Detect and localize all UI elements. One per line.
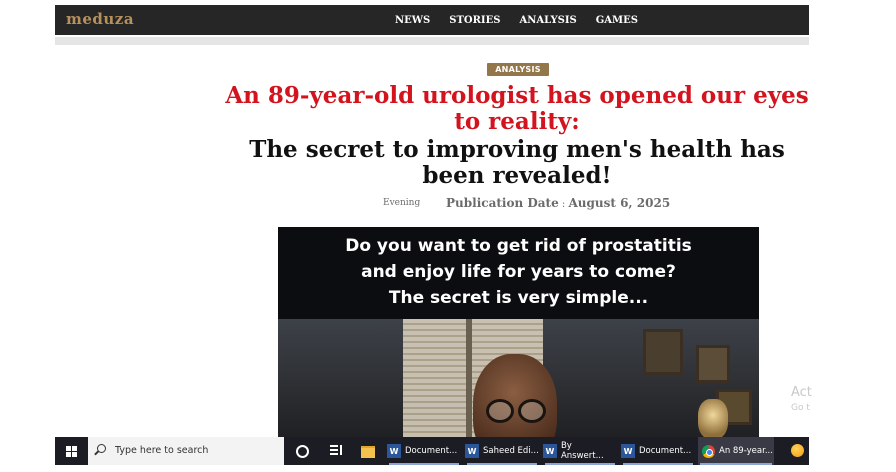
file-explorer-icon[interactable]	[361, 446, 375, 458]
taskbar-search-box[interactable]: Type here to search	[88, 437, 284, 465]
cortana-icon[interactable]	[296, 445, 309, 458]
main-nav: NEWS STORIES ANALYSIS GAMES	[395, 5, 638, 35]
word-icon: W	[465, 444, 479, 458]
glasses-lens-right	[518, 399, 546, 423]
search-icon	[97, 444, 106, 453]
hero-caption-line: and enjoy life for years to come?	[361, 262, 676, 282]
taskbar-app-word[interactable]: W Saheed Edi...	[465, 437, 539, 465]
app-orange-circle-icon[interactable]	[791, 444, 804, 457]
taskbar-app-label: Saheed Edi...	[483, 446, 539, 456]
taskbar-search-placeholder: Type here to search	[115, 445, 209, 456]
article-meta: Evening Publication Date : August 6, 202…	[383, 196, 683, 212]
headline-primary: An 89-year-old urologist has opened our …	[225, 82, 809, 135]
sub-nav-bar	[55, 37, 809, 45]
category-badge[interactable]: ANALYSIS	[487, 63, 549, 76]
chrome-icon	[702, 444, 715, 458]
taskbar-app-label: An 89-year...	[719, 446, 773, 456]
taskbar-active-indicator	[623, 463, 693, 465]
author-name: Evening	[383, 198, 421, 208]
window-frame	[466, 319, 472, 442]
top-nav-bar: meduza NEWS STORIES ANALYSIS GAMES	[55, 5, 809, 35]
publication-date-label: Publication Date	[446, 196, 559, 210]
hero-caption: Do you want to get rid of prostatitis an…	[278, 233, 759, 311]
picture-frame	[643, 329, 683, 375]
start-button[interactable]	[55, 437, 87, 465]
nav-analysis[interactable]: ANALYSIS	[519, 15, 576, 26]
publication-date-value: August 6, 2025	[568, 196, 671, 210]
windows-logo-icon	[65, 445, 77, 457]
task-view-icon[interactable]	[330, 445, 342, 455]
taskbar-app-word[interactable]: W By Answert...	[543, 437, 617, 465]
hero-caption-line: Do you want to get rid of prostatitis	[345, 236, 692, 256]
taskbar-active-indicator	[545, 463, 615, 465]
desk-lamp	[698, 399, 728, 439]
word-icon: W	[387, 444, 401, 458]
taskbar-app-word[interactable]: W Document...	[621, 437, 695, 465]
publication-date: Publication Date : August 6, 2025	[446, 196, 670, 210]
picture-frame	[696, 345, 730, 383]
headline-secondary: The secret to improving men's health has…	[249, 136, 785, 189]
publication-date-separator: :	[558, 199, 569, 210]
activate-windows-watermark: Act	[791, 385, 812, 400]
nav-news[interactable]: NEWS	[395, 15, 430, 26]
taskbar-active-indicator	[389, 463, 459, 465]
hero-caption-line: The secret is very simple...	[388, 288, 649, 308]
word-icon: W	[543, 444, 557, 458]
taskbar-app-word[interactable]: W Document...	[387, 437, 461, 465]
activate-windows-hint: Go t	[791, 403, 810, 413]
taskbar-app-label: By Answert...	[560, 441, 604, 461]
nav-stories[interactable]: STORIES	[449, 15, 500, 26]
taskbar-active-indicator	[467, 463, 537, 465]
taskbar-active-indicator	[700, 463, 772, 465]
word-icon: W	[621, 444, 635, 458]
glasses-lens-left	[486, 399, 514, 423]
taskbar-app-label: Document...	[639, 446, 692, 456]
taskbar-app-chrome[interactable]: An 89-year...	[698, 437, 774, 465]
taskbar-app-label: Document...	[405, 446, 458, 456]
doctor-portrait	[473, 354, 557, 442]
nav-games[interactable]: GAMES	[596, 15, 638, 26]
site-logo[interactable]: meduza	[66, 10, 134, 28]
windows-taskbar: Type here to search W Document... W Sahe…	[55, 437, 809, 465]
hero-image: Do you want to get rid of prostatitis an…	[278, 227, 759, 442]
